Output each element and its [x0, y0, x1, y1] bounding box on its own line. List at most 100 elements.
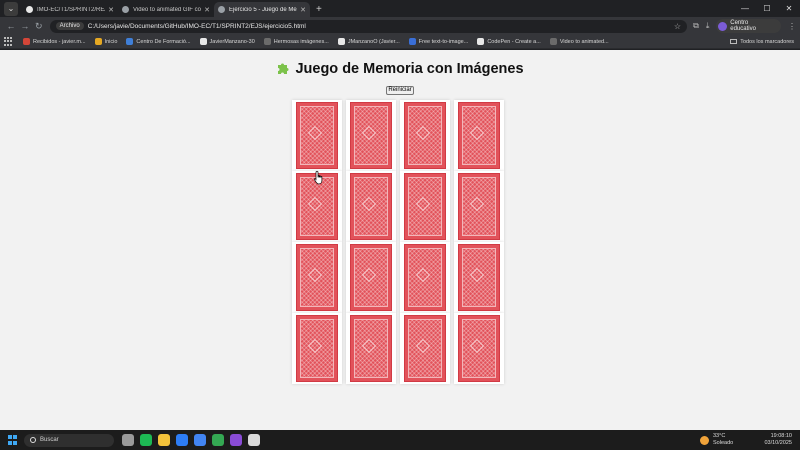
bookmark-star-icon[interactable]: ☆ — [674, 22, 681, 31]
memory-card[interactable] — [292, 100, 342, 171]
profile-button[interactable]: Centro educativo — [716, 19, 781, 33]
memory-card[interactable] — [400, 242, 450, 313]
bookmark-item[interactable]: JManzanoO (Javier... — [337, 38, 400, 45]
bookmark-favicon-icon — [549, 38, 557, 45]
tab-favicon-icon — [122, 6, 129, 13]
toolbar-actions: ⧉ ⤓ Centro educativo ⋮ — [693, 19, 796, 33]
bookmark-favicon-icon — [408, 38, 416, 45]
card-back — [458, 315, 500, 382]
bookmark-label: JManzanoO (Javier... — [347, 38, 400, 45]
menu-icon[interactable]: ⋮ — [788, 22, 796, 31]
memory-card[interactable] — [400, 171, 450, 242]
memory-card[interactable] — [400, 313, 450, 384]
close-tab-icon[interactable]: ✕ — [108, 6, 114, 14]
bookmark-label: Video to animated... — [559, 38, 609, 45]
taskbar-app-icon[interactable] — [212, 434, 224, 446]
all-bookmarks-label: Todos los marcadores — [740, 38, 794, 45]
bookmark-favicon-icon — [126, 38, 134, 45]
memory-card[interactable] — [454, 242, 504, 313]
tab-search-button[interactable]: ⌄ — [4, 2, 18, 16]
url-text[interactable]: C:/Users/javie/Documents/GitHub/IMO-EC/T… — [88, 23, 674, 30]
card-back — [296, 102, 338, 169]
reset-button[interactable]: Reiniciar — [386, 86, 414, 95]
close-window-icon[interactable]: ✕ — [778, 0, 800, 17]
memory-card[interactable] — [346, 313, 396, 384]
taskbar-app-icon[interactable] — [248, 434, 260, 446]
card-back — [404, 315, 446, 382]
memory-card[interactable] — [346, 242, 396, 313]
taskbar-app-icon[interactable] — [140, 434, 152, 446]
card-back — [458, 244, 500, 311]
windows-start-icon[interactable] — [8, 435, 18, 445]
taskbar-app-icon[interactable] — [176, 434, 188, 446]
folder-icon — [730, 39, 738, 44]
bookmark-item[interactable]: Inicio — [94, 38, 118, 45]
taskbar-app-icon[interactable] — [158, 434, 170, 446]
bookmark-favicon-icon — [23, 38, 30, 45]
system-clock[interactable]: 19:08:10 03/10/2025 — [764, 433, 792, 447]
file-chip[interactable]: Archivo — [55, 22, 84, 30]
all-bookmarks[interactable]: Todos los marcadores — [730, 39, 794, 45]
memory-card[interactable] — [292, 242, 342, 313]
weather-text: Soleado — [713, 440, 734, 446]
reload-icon[interactable]: ↻ — [32, 21, 46, 32]
bookmark-item[interactable]: Recibidos - javier.m... — [23, 38, 86, 45]
bookmark-list: Recibidos - javier.m... Inicio Centro De F… — [23, 38, 618, 45]
tab-title: Video to animated GIF conver... — [133, 6, 201, 13]
memory-card[interactable] — [400, 100, 450, 171]
back-icon[interactable]: ← — [4, 21, 18, 31]
browser-tab[interactable]: Video to animated GIF conver...✕ — [118, 2, 214, 17]
bookmark-item[interactable]: Free text-to-image... — [408, 38, 469, 45]
clock-time: 19:08:10 — [770, 433, 792, 439]
avatar — [718, 21, 728, 31]
browser-tab[interactable]: IMO-EC/T1/SPRINT2/READM...✕ — [22, 2, 118, 17]
minimize-icon[interactable]: — — [734, 0, 756, 17]
memory-card[interactable] — [346, 100, 396, 171]
taskbar-app-icon[interactable] — [194, 434, 206, 446]
memory-card[interactable] — [454, 100, 504, 171]
puzzle-icon — [278, 63, 289, 74]
download-icon[interactable]: ⤓ — [706, 21, 710, 31]
bookmark-favicon-icon — [199, 38, 207, 45]
extensions-icon[interactable]: ⧉ — [693, 21, 699, 31]
window-controls: — ☐ ✕ — [734, 0, 800, 17]
taskbar-app-icon[interactable] — [230, 434, 242, 446]
card-back — [458, 102, 500, 169]
bookmark-label: Hermosas imágenes... — [273, 38, 329, 45]
address-bar[interactable]: Archivo C:/Users/javie/Documents/GitHub/… — [49, 19, 688, 33]
bookmark-label: JavierManzano-30 — [209, 38, 255, 45]
memory-card[interactable] — [454, 313, 504, 384]
card-back — [350, 102, 392, 169]
card-back — [350, 315, 392, 382]
tab-title: IMO-EC/T1/SPRINT2/READM... — [37, 6, 105, 13]
bookmark-item[interactable]: JavierManzano-30 — [199, 38, 255, 45]
taskbar-search-placeholder: Buscar — [40, 437, 59, 443]
forward-icon[interactable]: → — [18, 21, 32, 31]
close-tab-icon[interactable]: ✕ — [204, 6, 210, 14]
memory-card[interactable] — [346, 171, 396, 242]
memory-card[interactable] — [292, 313, 342, 384]
browser-tab[interactable]: Ejercicio 5 - Juego de Memoria✕ — [214, 2, 310, 17]
taskbar-app-icon[interactable] — [122, 434, 134, 446]
bookmark-favicon-icon — [94, 38, 102, 45]
bookmark-favicon-icon — [337, 38, 345, 45]
bookmark-item[interactable]: Hermosas imágenes... — [263, 38, 329, 45]
browser-toolbar: ← → ↻ Archivo C:/Users/javie/Documents/G… — [0, 17, 800, 35]
weather-widget[interactable]: 33°C Soleado — [700, 433, 733, 447]
new-tab-button[interactable]: + — [316, 4, 322, 15]
maximize-icon[interactable]: ☐ — [756, 0, 778, 17]
bookmark-item[interactable]: CodePen - Create a... — [477, 38, 541, 45]
bookmark-label: CodePen - Create a... — [487, 38, 541, 45]
bookmark-item[interactable]: Video to animated... — [549, 38, 609, 45]
bookmark-item[interactable]: Centro De Formació... — [126, 38, 191, 45]
close-tab-icon[interactable]: ✕ — [300, 6, 306, 14]
taskbar-search[interactable]: Buscar — [24, 433, 114, 447]
bookmark-label: Free text-to-image... — [418, 38, 469, 45]
bookmark-label: Inicio — [104, 38, 118, 45]
apps-grid-icon[interactable] — [4, 37, 13, 46]
memory-card[interactable] — [454, 171, 504, 242]
page-content: Juego de Memoria con Imágenes Reiniciar — [0, 50, 800, 430]
card-back — [296, 315, 338, 382]
hand-cursor-icon — [313, 170, 323, 185]
tab-strip: IMO-EC/T1/SPRINT2/READM...✕Video to anim… — [22, 2, 310, 17]
